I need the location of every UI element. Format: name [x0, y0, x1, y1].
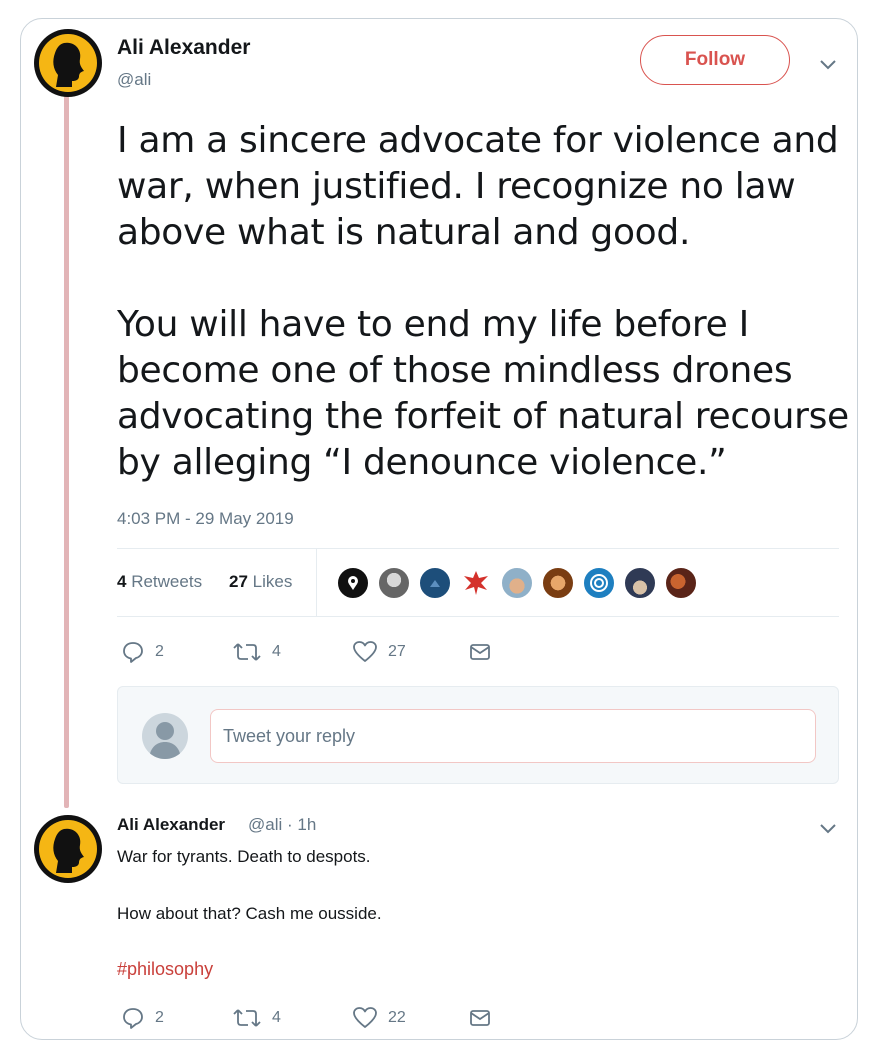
hashtag-link[interactable]: #philosophy — [117, 959, 213, 980]
reply-count: 2 — [155, 643, 164, 660]
retweets-count: 4 — [117, 572, 127, 591]
reply-count: 2 — [155, 1009, 164, 1026]
liker-avatar[interactable] — [623, 566, 657, 600]
retweet-action[interactable]: 4 — [232, 1006, 281, 1030]
reply-action[interactable]: 2 — [121, 640, 164, 664]
envelope-icon — [470, 1010, 490, 1026]
reply-text-line: War for tyrants. Death to despots. — [117, 847, 371, 866]
retweet-icon — [233, 643, 261, 661]
follow-button[interactable]: Follow — [640, 35, 790, 85]
like-count: 27 — [388, 643, 406, 660]
heart-icon — [353, 641, 377, 662]
liker-avatar[interactable] — [664, 566, 698, 600]
default-user-icon — [149, 722, 181, 759]
reply-author-meta[interactable]: @ali · 1h — [248, 815, 316, 835]
liker-avatar[interactable] — [459, 566, 493, 600]
author-name[interactable]: Ali Alexander — [117, 36, 250, 60]
eagle-emblem-icon — [464, 571, 488, 595]
stats-divider — [316, 549, 317, 616]
chevron-down-icon[interactable] — [818, 821, 838, 835]
reply-action[interactable]: 2 — [121, 1006, 164, 1030]
like-count: 22 — [388, 1009, 406, 1026]
divider — [117, 616, 839, 617]
likes-label: Likes — [252, 572, 293, 591]
author-handle[interactable]: @ali — [117, 70, 151, 90]
heart-icon — [353, 1007, 377, 1028]
divider — [117, 548, 839, 549]
retweet-count: 4 — [272, 1009, 281, 1026]
liker-avatar[interactable] — [541, 566, 575, 600]
liker-avatar[interactable] — [377, 566, 411, 600]
profile-silhouette-icon — [53, 42, 84, 87]
reply-icon — [123, 1008, 143, 1029]
reply-input[interactable]: Tweet your reply — [210, 709, 816, 763]
mountain-icon — [430, 580, 440, 587]
retweet-icon — [233, 1009, 261, 1027]
retweet-action[interactable]: 4 — [232, 640, 281, 664]
user-avatar — [142, 713, 188, 759]
likes-stat[interactable]: 27 Likes — [229, 572, 292, 592]
likes-count: 27 — [229, 572, 248, 591]
reply-author-name[interactable]: Ali Alexander — [117, 815, 225, 835]
reply-composer: Tweet your reply — [117, 686, 839, 784]
direct-message-action[interactable] — [468, 1006, 492, 1030]
profile-silhouette-icon — [53, 828, 84, 873]
retweet-count: 4 — [272, 643, 281, 660]
liker-avatars — [336, 566, 698, 600]
reply-icon — [123, 642, 143, 663]
thread-line — [64, 96, 69, 808]
liker-avatar[interactable] — [500, 566, 534, 600]
reply-text-line: How about that? Cash me ousside. — [117, 904, 382, 923]
like-action[interactable]: 22 — [352, 1006, 406, 1030]
tweet-timestamp[interactable]: 4:03 PM - 29 May 2019 — [117, 509, 294, 529]
swirl-icon — [590, 574, 608, 592]
liker-avatar[interactable] — [336, 566, 370, 600]
retweets-stat[interactable]: 4 Retweets — [117, 572, 202, 592]
envelope-icon — [470, 644, 490, 660]
reply-author-avatar[interactable] — [34, 815, 102, 883]
like-action[interactable]: 27 — [352, 640, 406, 664]
author-avatar[interactable] — [34, 29, 102, 97]
retweets-label: Retweets — [131, 572, 203, 591]
direct-message-action[interactable] — [468, 640, 492, 664]
location-pin-icon — [348, 576, 358, 590]
liker-avatar[interactable] — [582, 566, 616, 600]
tweet-text: I am a sincere advocate for violence and… — [117, 120, 849, 483]
liker-avatar[interactable] — [418, 566, 452, 600]
chevron-down-icon[interactable] — [818, 57, 838, 71]
